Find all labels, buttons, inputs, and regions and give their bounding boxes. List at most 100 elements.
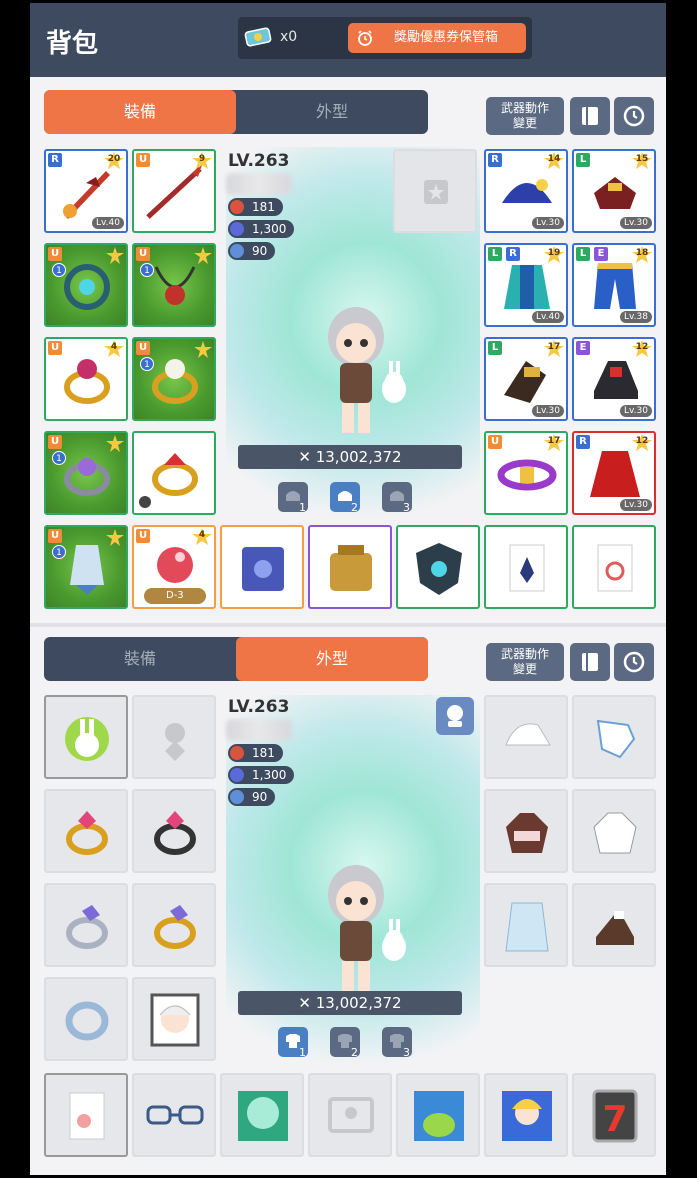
stat-authentic-value: 90 (252, 244, 268, 258)
cosmetic-lucky-seven-slot[interactable]: 7 (572, 1073, 656, 1157)
scenery-icon (238, 1091, 288, 1141)
emblem-icon (416, 543, 462, 595)
preset-button-1[interactable]: 1 (278, 482, 308, 514)
cosmetic-top-slot[interactable] (484, 789, 568, 873)
hat-slot[interactable]: R 14 Lv.30 (484, 149, 568, 233)
cosmetic-gloves-slot[interactable] (572, 695, 656, 779)
pants-icon (594, 263, 636, 309)
star-stat-icon (230, 746, 244, 760)
stat-arcane-value: 1,300 (252, 768, 287, 782)
cloak-icon (590, 451, 640, 497)
portrait-icon (150, 993, 200, 1047)
swords-icon: ✕ (298, 994, 316, 1012)
reward-coupon-box-button[interactable]: 獎勵優惠券保管箱 (348, 23, 526, 53)
badge-icon (69, 1092, 105, 1140)
page-title: 背包 (46, 29, 99, 59)
tab-appearance[interactable]: 外型 (236, 637, 428, 681)
weapon-motion-change-button[interactable]: 武器動作 變更 (486, 97, 564, 135)
cosmetic-badge-slot[interactable] (44, 1073, 128, 1157)
character-level: LV.263 (228, 151, 290, 171)
cape-slot[interactable]: L R 19 Lv.40 (484, 243, 568, 327)
item-level-badge: Lv.30 (620, 405, 652, 417)
preset-button-3[interactable]: 3 (382, 1027, 412, 1059)
arcane-stat-icon (230, 768, 244, 782)
ring-slot-3[interactable]: U 1 (44, 431, 128, 515)
appearance-panel: 裝備 外型 武器動作 變更 LV.263 181 1,300 90 ✕ 13,0… (30, 627, 666, 1175)
tab-equipment[interactable]: 裝備 (44, 90, 236, 134)
preset-3-label: 3 (403, 501, 410, 514)
gem-slot[interactable]: U 4 D-3 (132, 525, 216, 609)
necklace-icon (154, 266, 196, 305)
pendant-slot[interactable]: U 1 (44, 243, 128, 327)
preset-button-1[interactable]: 1 (278, 1027, 308, 1059)
book-button[interactable] (570, 643, 610, 681)
cosmetic-ring-slot-3[interactable] (44, 883, 128, 967)
necklace-slot[interactable]: U 1 (132, 243, 216, 327)
character-level: LV.263 (228, 697, 290, 717)
cloak-slot[interactable]: R 12 Lv.30 (572, 431, 656, 515)
ring-slot-1[interactable]: U 4 (44, 337, 128, 421)
empty-slot[interactable] (393, 149, 477, 233)
gloves-slot[interactable]: L 17 Lv.30 (484, 337, 568, 421)
preset-button-2[interactable]: 2 (330, 1027, 360, 1059)
cosmetic-subweapon-slot[interactable] (132, 695, 216, 779)
character-card-icon (502, 1091, 552, 1141)
stat-arcane: 1,300 (228, 220, 295, 238)
reward-coupon-box-label: 獎勵優惠券保管箱 (393, 30, 498, 45)
tab-equipment[interactable]: 裝備 (44, 637, 236, 681)
book-button[interactable] (570, 97, 610, 135)
combat-power: ✕ 13,002,372 (238, 991, 462, 1015)
history-button[interactable] (614, 643, 654, 681)
cosmetic-empty-slot[interactable] (308, 1073, 392, 1157)
cosmetic-face-slot[interactable] (132, 977, 216, 1061)
emblem-slot[interactable] (396, 525, 480, 609)
cosmetic-shoes-slot[interactable] (572, 883, 656, 967)
coupon-ticket-icon (244, 27, 272, 47)
medal-slot[interactable] (572, 525, 656, 609)
preset-3-label: 3 (403, 1046, 410, 1059)
earring-slot[interactable]: U 1 (44, 525, 128, 609)
character-sprite-icon (328, 865, 406, 991)
cosmetic-ring-slot-4[interactable] (132, 883, 216, 967)
combat-power: ✕ 13,002,372 (238, 445, 462, 469)
pocket-slot[interactable] (308, 525, 392, 609)
weapon-slot[interactable]: R 20 Lv.40 (44, 149, 128, 233)
cosmetic-background-slot[interactable] (220, 1073, 304, 1157)
character-name-blurred (226, 719, 292, 741)
cosmetic-character-card-slot[interactable] (484, 1073, 568, 1157)
cosmetic-ring-slot-2[interactable] (132, 789, 216, 873)
coupon-count: x0 (280, 29, 298, 45)
cosmetic-earring-slot[interactable] (44, 977, 128, 1061)
badge-slot[interactable] (484, 525, 568, 609)
ring-slot-4[interactable] (132, 431, 216, 515)
ring-icon (152, 453, 198, 496)
weapon-motion-change-button[interactable]: 武器動作 變更 (486, 643, 564, 681)
belt-slot[interactable]: U 17 (484, 431, 568, 515)
ring-icon (64, 359, 110, 404)
cosmetic-hat-slot[interactable] (484, 695, 568, 779)
shoes-slot[interactable]: E 12 Lv.30 (572, 337, 656, 421)
ring-icon (66, 905, 108, 949)
cosmetic-ring-slot-1[interactable] (44, 789, 128, 873)
authentic-stat-icon (230, 790, 244, 804)
ring-slot-2[interactable]: U 1 (132, 337, 216, 421)
pants-slot[interactable]: L E 18 Lv.38 (572, 243, 656, 327)
tab-appearance[interactable]: 外型 (236, 90, 428, 134)
top-slot[interactable]: L 15 Lv.30 (572, 149, 656, 233)
stat-attack-value: 181 (252, 200, 275, 214)
history-button[interactable] (614, 97, 654, 135)
cosmetic-cape-slot[interactable] (484, 883, 568, 967)
preset-button-3[interactable]: 3 (382, 482, 412, 514)
bunny-doll-icon (65, 717, 109, 761)
cosmetic-glasses-slot[interactable] (132, 1073, 216, 1157)
cosmetic-pet-slot[interactable] (396, 1073, 480, 1157)
hair-face-toggle-button[interactable] (436, 697, 474, 735)
cape-icon (504, 265, 550, 309)
preset-button-2[interactable]: 2 (330, 482, 360, 514)
sub-weapon-slot[interactable]: U 9 (132, 149, 216, 233)
stat-authentic: 90 (228, 788, 276, 806)
cosmetic-bottom-slot[interactable] (572, 789, 656, 873)
cosmetic-weapon-slot[interactable] (44, 695, 128, 779)
preset-1-label: 1 (299, 501, 306, 514)
book-slot[interactable] (220, 525, 304, 609)
